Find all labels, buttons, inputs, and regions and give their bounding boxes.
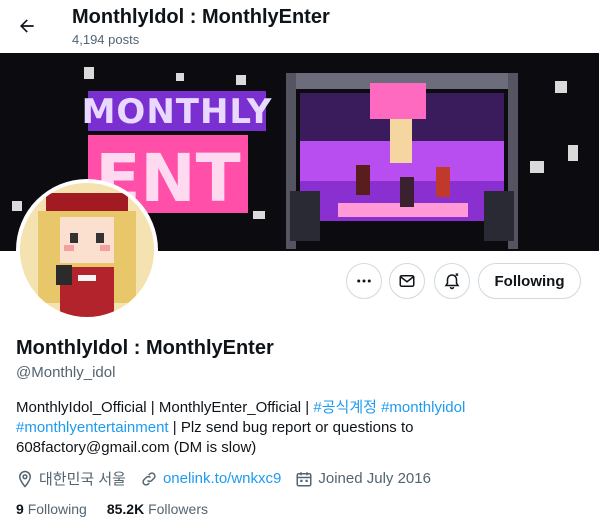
message-button[interactable]	[389, 263, 425, 299]
more-options-button[interactable]	[346, 263, 382, 299]
followers-number: 85.2K	[106, 501, 145, 517]
followers-label: Followers	[148, 501, 208, 517]
followers-count[interactable]: 85.2K Followers	[107, 501, 208, 517]
banner-logo-top: MONTHLY	[82, 91, 273, 132]
display-name: MonthlyIdol : MonthlyEnter	[16, 337, 274, 359]
notifications-button[interactable]	[434, 263, 470, 299]
location: 대한민국 서울	[16, 468, 126, 489]
link-icon	[142, 471, 156, 486]
profile-meta: 대한민국 서울 onelink.to/wnkxc9 Joined July 20…	[16, 468, 445, 489]
website[interactable]: onelink.to/wnkxc9	[140, 470, 281, 488]
website-link[interactable]: onelink.to/wnkxc9	[163, 470, 281, 487]
back-button[interactable]	[10, 9, 44, 43]
svg-text:MONTHLY: MONTHLY	[82, 92, 273, 132]
profile-header: MonthlyIdol : MonthlyEnter 4,194 posts	[0, 0, 599, 53]
join-date: Joined July 2016	[295, 470, 431, 488]
follow-stats: 9 Following 85.2K Followers	[16, 501, 228, 517]
location-icon	[18, 470, 32, 488]
back-arrow-icon	[20, 19, 34, 33]
header-title: MonthlyIdol : MonthlyEnter	[72, 6, 330, 28]
calendar-icon	[296, 471, 312, 486]
hashtag-link[interactable]: #monthlyidol	[381, 399, 465, 416]
user-handle: @Monthly_idol	[16, 364, 116, 381]
profile-bio: MonthlyIdol_Official | MonthlyEnter_Offi…	[16, 398, 576, 458]
notification-bell-icon	[444, 273, 460, 290]
bio-text: | Plz send bug report or questions to	[168, 419, 414, 436]
message-icon	[399, 275, 415, 287]
joined-text: Joined July 2016	[318, 470, 431, 487]
following-count[interactable]: 9 Following	[16, 501, 87, 517]
avatar-image	[20, 183, 154, 317]
location-text: 대한민국 서울	[39, 471, 126, 488]
hashtag-link[interactable]: #공식계정	[313, 399, 377, 416]
post-count: 4,194 posts	[72, 32, 140, 47]
hashtag-link[interactable]: #monthlyentertainment	[16, 419, 169, 436]
following-button[interactable]: Following	[478, 263, 581, 299]
bio-text: 608factory@gmail.com (DM is slow)	[16, 439, 257, 456]
avatar[interactable]	[16, 179, 158, 321]
more-icon	[357, 279, 371, 283]
following-label: Following	[27, 501, 87, 517]
following-number: 9	[16, 501, 24, 517]
bio-text: MonthlyIdol_Official | MonthlyEnter_Offi…	[16, 399, 314, 416]
